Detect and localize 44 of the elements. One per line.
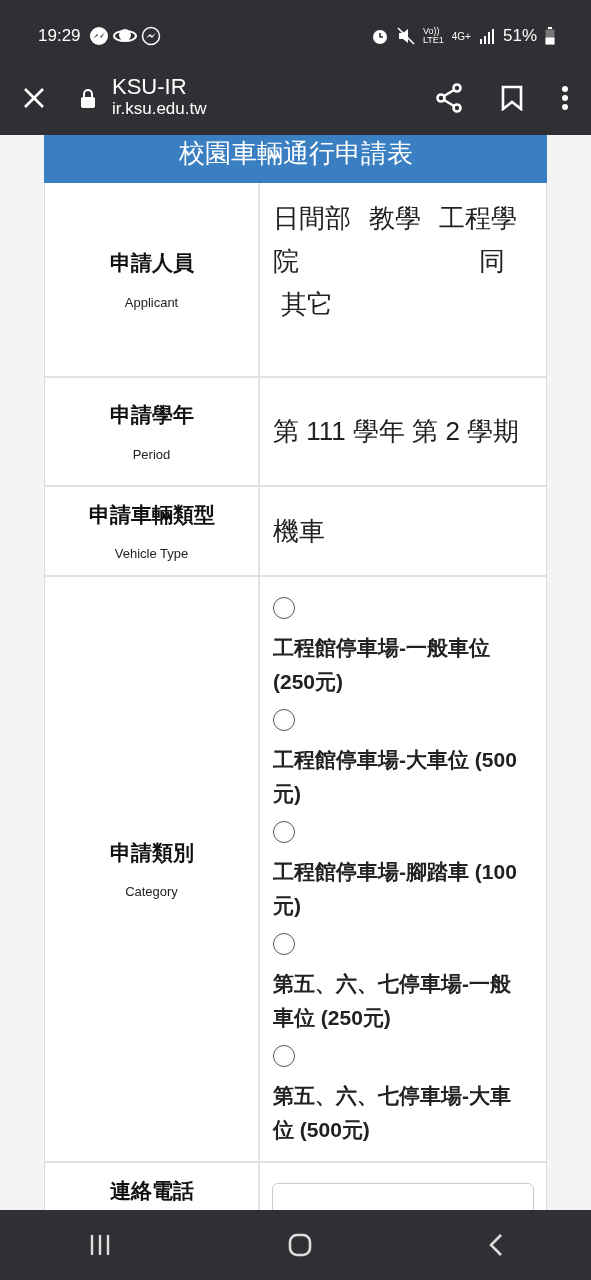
field-label-english: Period: [132, 445, 171, 464]
bookmark-icon[interactable]: [501, 84, 523, 111]
battery-percent: 51%: [502, 25, 537, 48]
more-icon[interactable]: [561, 84, 569, 111]
applicant-text: 日間部: [273, 202, 351, 235]
field-label-english: Vehicle Type: [114, 545, 189, 563]
share-icon[interactable]: [435, 82, 463, 113]
messenger-icon: [140, 26, 161, 46]
field-label: 連絡電話: [109, 1178, 194, 1204]
field-value: 第 111 學年 第 2 學期: [273, 415, 520, 448]
field-label-english: Applicant: [124, 293, 179, 312]
option-label[interactable]: 第五、六、七停車場-一般車位 (250元): [273, 967, 530, 1035]
url-text[interactable]: ir.ksu.edu.tw: [112, 97, 207, 120]
field-value: 機車: [273, 514, 325, 548]
field-label-english: Category: [125, 883, 178, 901]
option-label[interactable]: 第五、六、七停車場-大車位 (500元): [273, 1079, 530, 1147]
field-label: 申請車輛類型: [88, 501, 215, 528]
field-label: 申請類別: [109, 839, 194, 866]
site-title: KSU-IR: [112, 75, 188, 98]
signal-icon: [478, 28, 495, 44]
lock-icon: [80, 87, 96, 108]
applicant-text: 其它: [281, 288, 333, 321]
option-label[interactable]: 工程館停車場-大車位 (500元): [273, 743, 530, 811]
field-label: 申請人員: [109, 250, 194, 276]
applicant-text: 工程學: [439, 202, 517, 235]
back-icon[interactable]: [488, 1233, 503, 1257]
messenger-icon: [88, 26, 109, 46]
form-title: 校園車輛通行申請表: [44, 135, 547, 183]
applicant-text: 同: [479, 245, 505, 278]
home-icon[interactable]: [287, 1233, 312, 1257]
lte-label: LTE1: [422, 36, 444, 45]
field-label: 申請學年: [109, 402, 194, 428]
applicant-text: 院: [273, 245, 299, 278]
volte-label: Vo)): [422, 27, 440, 36]
network-label: 4G+: [451, 29, 471, 44]
mute-icon: [396, 27, 415, 45]
battery-icon: [545, 27, 555, 45]
applicant-text: 教學: [369, 202, 421, 235]
recent-apps-icon[interactable]: [88, 1234, 111, 1256]
close-icon[interactable]: [22, 85, 46, 110]
clock-time: 19:29: [38, 25, 81, 48]
option-label[interactable]: 工程館停車場-腳踏車 (100元): [273, 855, 530, 923]
alarm-icon: [370, 27, 389, 45]
option-label[interactable]: 工程館停車場-一般車位 (250元): [273, 631, 530, 699]
